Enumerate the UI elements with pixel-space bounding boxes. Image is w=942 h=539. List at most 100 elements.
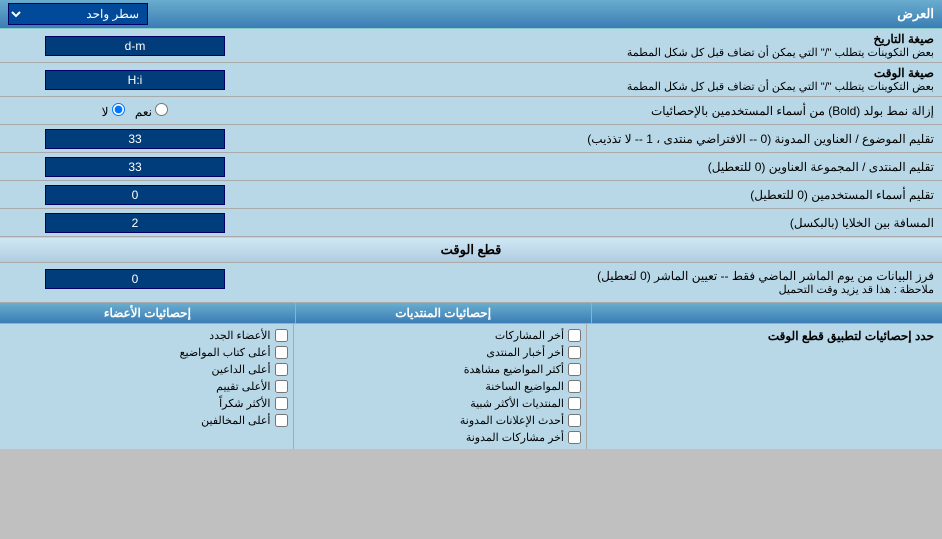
- member-cb-3[interactable]: [275, 363, 288, 376]
- stats-members-col: الأعضاء الجدد أعلى كتاب المواضيع أعلى ال…: [0, 324, 293, 449]
- stats-body: حدد إحصائيات لتطبيق قطع الوقت أخر المشار…: [0, 324, 942, 449]
- member-cb-5[interactable]: [275, 397, 288, 410]
- cutoff-section-title: قطع الوقت: [0, 237, 942, 263]
- date-format-title: صيغة التاريخ: [278, 32, 934, 46]
- member-item-1: الأعضاء الجدد: [5, 327, 288, 344]
- cutoff-input-wrapper[interactable]: [0, 266, 270, 292]
- stats-item-4: المواضيع الساخنة: [299, 378, 582, 395]
- stats-label-7: أخر مشاركات المدونة: [466, 431, 564, 444]
- bold-row: إزالة نمط بولد (Bold) من أسماء المستخدمي…: [0, 97, 942, 125]
- member-label-4: الأعلى تقييم: [216, 380, 270, 393]
- forum-order-row: تقليم المنتدى / المجموعة العناوين (0 للت…: [0, 153, 942, 181]
- stats-item-5: المنتديات الأكثر شبية: [299, 395, 582, 412]
- stats-cb-2[interactable]: [568, 346, 581, 359]
- forum-order-input[interactable]: [45, 157, 225, 177]
- stats-item-7: أخر مشاركات المدونة: [299, 429, 582, 446]
- bold-yes-text: نعم: [135, 105, 152, 119]
- time-format-row: صيغة الوقت بعض التكوينات يتطلب "/" التي …: [0, 63, 942, 97]
- stats-label-2: أخر أخبار المنتدى: [486, 346, 564, 359]
- bold-yes-radio[interactable]: [155, 103, 168, 116]
- time-format-title: صيغة الوقت: [278, 66, 934, 80]
- username-trim-row: تقليم أسماء المستخدمين (0 للتعطيل): [0, 181, 942, 209]
- bold-no-text: لا: [102, 105, 109, 119]
- stats-cb-7[interactable]: [568, 431, 581, 444]
- date-format-input-wrapper[interactable]: [0, 33, 270, 59]
- cutoff-main-label: فرز البيانات من يوم الماشر الماضي فقط --…: [278, 269, 934, 283]
- bold-yes-label: نعم: [135, 103, 168, 119]
- bold-no-radio[interactable]: [112, 103, 125, 116]
- stats-col-header-empty: [591, 303, 942, 323]
- stats-item-3: أكثر المواضيع مشاهدة: [299, 361, 582, 378]
- member-cb-2[interactable]: [275, 346, 288, 359]
- stats-label-5: المنتديات الأكثر شبية: [470, 397, 564, 410]
- username-trim-input-wrapper[interactable]: [0, 182, 270, 208]
- stats-cb-5[interactable]: [568, 397, 581, 410]
- stats-label-1: أخر المشاركات: [495, 329, 564, 342]
- stats-section: إحصائيات المنتديات إحصائيات الأعضاء حدد …: [0, 303, 942, 449]
- cell-spacing-input-wrapper[interactable]: [0, 210, 270, 236]
- member-label-3: أعلى الداعين: [212, 363, 271, 376]
- member-cb-1[interactable]: [275, 329, 288, 342]
- stats-forums-col: أخر المشاركات أخر أخبار المنتدى أكثر الم…: [293, 324, 587, 449]
- stats-item-6: أحدث الإعلانات المدونة: [299, 412, 582, 429]
- topic-order-label: تقليم الموضوع / العناوين المدونة (0 -- ا…: [270, 129, 942, 149]
- topic-order-input[interactable]: [45, 129, 225, 149]
- member-label-1: الأعضاء الجدد: [209, 329, 270, 342]
- member-cb-6[interactable]: [275, 414, 288, 427]
- date-format-label: صيغة التاريخ بعض التكوينات يتطلب "/" الت…: [270, 29, 942, 62]
- cutoff-input[interactable]: [45, 269, 225, 289]
- time-format-label: صيغة الوقت بعض التكوينات يتطلب "/" التي …: [270, 63, 942, 96]
- member-item-3: أعلى الداعين: [5, 361, 288, 378]
- bold-radio-group: نعم لا: [102, 103, 169, 119]
- cutoff-label: فرز البيانات من يوم الماشر الماضي فقط --…: [270, 266, 942, 299]
- cutoff-row: فرز البيانات من يوم الماشر الماضي فقط --…: [0, 263, 942, 303]
- line-select[interactable]: سطر واحد سطران ثلاثة أسطر: [8, 3, 148, 25]
- member-item-6: أعلى المخالفين: [5, 412, 288, 429]
- cell-spacing-input[interactable]: [45, 213, 225, 233]
- stats-label-3: أكثر المواضيع مشاهدة: [464, 363, 564, 376]
- stats-item-1: أخر المشاركات: [299, 327, 582, 344]
- stats-item-2: أخر أخبار المنتدى: [299, 344, 582, 361]
- stats-cb-3[interactable]: [568, 363, 581, 376]
- bold-label: إزالة نمط بولد (Bold) من أسماء المستخدمي…: [270, 101, 942, 121]
- member-item-2: أعلى كتاب المواضيع: [5, 344, 288, 361]
- date-format-sublabel: بعض التكوينات يتطلب "/" التي يمكن أن تضا…: [278, 46, 934, 59]
- member-label-5: الأكثر شكراً: [219, 397, 270, 410]
- bold-no-label: لا: [102, 103, 125, 119]
- date-format-input[interactable]: [45, 36, 225, 56]
- time-format-input[interactable]: [45, 70, 225, 90]
- stats-cb-6[interactable]: [568, 414, 581, 427]
- stats-cb-4[interactable]: [568, 380, 581, 393]
- time-format-input-wrapper[interactable]: [0, 67, 270, 93]
- date-format-row: صيغة التاريخ بعض التكوينات يتطلب "/" الت…: [0, 29, 942, 63]
- top-header: العرض سطر واحد سطران ثلاثة أسطر: [0, 0, 942, 29]
- member-item-5: الأكثر شكراً: [5, 395, 288, 412]
- username-trim-input[interactable]: [45, 185, 225, 205]
- forum-order-input-wrapper[interactable]: [0, 154, 270, 180]
- cell-spacing-label: المسافة بين الخلايا (بالبكسل): [270, 213, 942, 233]
- member-item-4: الأعلى تقييم: [5, 378, 288, 395]
- cell-spacing-row: المسافة بين الخلايا (بالبكسل): [0, 209, 942, 237]
- member-cb-4[interactable]: [275, 380, 288, 393]
- time-format-sublabel: بعض التكوينات يتطلب "/" التي يمكن أن تضا…: [278, 80, 934, 93]
- stats-label-col: حدد إحصائيات لتطبيق قطع الوقت: [586, 324, 942, 449]
- stats-col-header-forums: إحصائيات المنتديات: [295, 303, 591, 323]
- stats-col-header-members: إحصائيات الأعضاء: [0, 303, 295, 323]
- stats-header: إحصائيات المنتديات إحصائيات الأعضاء: [0, 303, 942, 324]
- topic-order-input-wrapper[interactable]: [0, 126, 270, 152]
- main-container: العرض سطر واحد سطران ثلاثة أسطر صيغة الت…: [0, 0, 942, 449]
- stats-label-6: أحدث الإعلانات المدونة: [460, 414, 564, 427]
- line-select-wrapper[interactable]: سطر واحد سطران ثلاثة أسطر: [8, 3, 148, 25]
- forum-order-label: تقليم المنتدى / المجموعة العناوين (0 للت…: [270, 157, 942, 177]
- username-trim-label: تقليم أسماء المستخدمين (0 للتعطيل): [270, 185, 942, 205]
- topic-order-row: تقليم الموضوع / العناوين المدونة (0 -- ا…: [0, 125, 942, 153]
- stats-apply-label: حدد إحصائيات لتطبيق قطع الوقت: [768, 329, 934, 343]
- stats-cb-1[interactable]: [568, 329, 581, 342]
- stats-label-4: المواضيع الساخنة: [485, 380, 564, 393]
- cutoff-note: ملاحظة : هذا قد يزيد وقت التحميل: [278, 283, 934, 296]
- member-label-2: أعلى كتاب المواضيع: [180, 346, 271, 359]
- member-label-6: أعلى المخالفين: [201, 414, 270, 427]
- cutoff-title-text: قطع الوقت: [441, 242, 502, 257]
- display-label: العرض: [897, 6, 934, 22]
- bold-radio-wrapper: نعم لا: [0, 100, 270, 122]
